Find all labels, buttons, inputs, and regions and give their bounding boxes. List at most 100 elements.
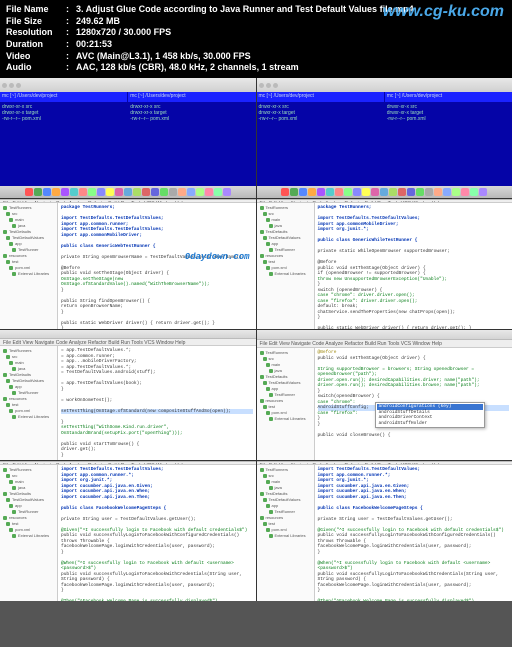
dock-app-icon[interactable] <box>142 188 150 196</box>
dock-app-icon[interactable] <box>353 188 361 196</box>
project-tree[interactable]: TestRunnerssrcmainjavaTestDefaultsTestDe… <box>257 348 315 460</box>
dock-app-icon[interactable] <box>308 188 316 196</box>
project-tree[interactable]: TestRunnerssrcmainjavaTestDefaultsTestDe… <box>0 465 58 601</box>
window-dot[interactable] <box>16 83 21 88</box>
dock-app-icon[interactable] <box>389 188 397 196</box>
dock-app-icon[interactable] <box>326 188 334 196</box>
tree-item[interactable]: External Libraries <box>258 416 313 422</box>
file-size-value: 249.62 MB <box>76 16 120 28</box>
code-editor[interactable]: = app.TestDefaultValues.*; = app.common.… <box>58 346 256 460</box>
folder-icon <box>6 260 10 264</box>
tree-item[interactable]: External Libraries <box>1 414 56 420</box>
dock-app-icon[interactable] <box>115 188 123 196</box>
dock-app-icon[interactable] <box>52 188 60 196</box>
folder-icon <box>260 206 264 210</box>
terminal-right-panel[interactable]: mc [~] /Users/dev/project drwxr-xr-x src… <box>385 92 512 186</box>
dock-app-icon[interactable] <box>299 188 307 196</box>
window-dot[interactable] <box>259 83 264 88</box>
code-line: String supportedBrowser = browsers; Stri… <box>318 367 510 378</box>
folder-icon <box>263 498 267 502</box>
tree-item[interactable]: External Libraries <box>258 533 313 539</box>
dock-app-icon[interactable] <box>380 188 388 196</box>
ide-menubar[interactable]: File Edit View Navigate Code Analyze Ref… <box>0 339 256 346</box>
dock-app-icon[interactable] <box>362 188 370 196</box>
dock-app-icon[interactable] <box>97 188 105 196</box>
window-dot[interactable] <box>2 83 7 88</box>
folder-icon <box>269 224 273 228</box>
autocomplete-item[interactable]: androidStuffHolder <box>377 421 483 427</box>
tree-item[interactable]: External Libraries <box>1 533 56 539</box>
project-tree[interactable]: TestRunnerssrcmainjavaTestDefaultsTestDe… <box>0 346 58 460</box>
tree-item[interactable]: External Libraries <box>258 271 313 277</box>
dock-app-icon[interactable] <box>434 188 442 196</box>
folder-icon <box>266 528 270 532</box>
dock-app-icon[interactable] <box>344 188 352 196</box>
terminal-left-panel[interactable]: mc [~] /Users/dev/project drwxr-xr-x src… <box>0 92 127 186</box>
terminal-right-panel[interactable]: mc [~] /Users/dev/project drwxr-xr-x src… <box>128 92 255 186</box>
project-tree[interactable]: TestRunnerssrcmainjavaTestDefaultsTestDe… <box>257 203 315 329</box>
dock-app-icon[interactable] <box>25 188 33 196</box>
dock-app-icon[interactable] <box>452 188 460 196</box>
code-editor[interactable]: package TestRunners; import TestDefaults… <box>315 203 512 329</box>
dock-app-icon[interactable] <box>425 188 433 196</box>
dock-app-icon[interactable] <box>169 188 177 196</box>
code-line: setTestThing(OnStage.ofStandard(new comp… <box>61 409 253 415</box>
folder-icon <box>6 236 10 240</box>
dock-app-icon[interactable] <box>416 188 424 196</box>
dock-app-icon[interactable] <box>205 188 213 196</box>
code-editor[interactable]: import TestDefaults.TestDefaultValues;im… <box>58 465 256 601</box>
code-line: } <box>61 326 253 329</box>
dock-app-icon[interactable] <box>133 188 141 196</box>
folder-icon <box>3 397 7 401</box>
folder-icon <box>269 248 273 252</box>
file-name-label: File Name <box>6 4 66 16</box>
dock-app-icon[interactable] <box>124 188 132 196</box>
dock-app-icon[interactable] <box>223 188 231 196</box>
dock-app-icon[interactable] <box>79 188 87 196</box>
code-editor[interactable]: androidConfigurations (key)androidStuffD… <box>315 348 512 460</box>
code-editor[interactable]: import TestDefaults.TestDefaultValues;im… <box>315 465 512 601</box>
dock-app-icon[interactable] <box>214 188 222 196</box>
code-editor[interactable]: 0daydown.com package TestRunners; import… <box>58 203 256 329</box>
dock-app-icon[interactable] <box>106 188 114 196</box>
project-tree[interactable]: TestRunnerssrcmainjavaTestDefaultsTestDe… <box>257 465 315 601</box>
dock-app-icon[interactable] <box>187 188 195 196</box>
dock-app-icon[interactable] <box>479 188 487 196</box>
terminal-path: mc [~] /Users/dev/project <box>128 92 255 102</box>
window-dot[interactable] <box>9 83 14 88</box>
dock-app-icon[interactable] <box>461 188 469 196</box>
ide-menubar[interactable]: File Edit View Navigate Code Analyze Ref… <box>257 340 512 348</box>
dock-app-icon[interactable] <box>371 188 379 196</box>
folder-icon <box>6 403 10 407</box>
dock-app-icon[interactable] <box>407 188 415 196</box>
dock-app-icon[interactable] <box>196 188 204 196</box>
dock-app-icon[interactable] <box>335 188 343 196</box>
ide-titlebar <box>257 330 512 340</box>
dock-app-icon[interactable] <box>281 188 289 196</box>
window-dot[interactable] <box>273 83 278 88</box>
project-tree[interactable]: TestRunnerssrcmainjavaTestDefaultsTestDe… <box>0 203 58 329</box>
terminal-listing: drwxr-xr-x srcdrwxr-xr-x target-rw-r--r-… <box>130 104 169 122</box>
dock-app-icon[interactable] <box>88 188 96 196</box>
folder-icon <box>269 486 273 490</box>
dock-app-icon[interactable] <box>61 188 69 196</box>
dock-app-icon[interactable] <box>34 188 42 196</box>
dock-app-icon[interactable] <box>151 188 159 196</box>
folder-icon <box>3 373 7 377</box>
dock-app-icon[interactable] <box>443 188 451 196</box>
terminal-listing: drwxr-xr-x srcdrwxr-xr-x target-rw-r--r-… <box>2 104 41 122</box>
dock-app-icon[interactable] <box>160 188 168 196</box>
dock-app-icon[interactable] <box>43 188 51 196</box>
dock-app-icon[interactable] <box>70 188 78 196</box>
dock-app-icon[interactable] <box>178 188 186 196</box>
terminal-left-panel[interactable]: mc [~] /Users/dev/project drwxr-xr-x src… <box>257 92 384 186</box>
autocomplete-popup[interactable]: androidConfigurations (key)androidStuffD… <box>375 402 485 428</box>
window-dot[interactable] <box>266 83 271 88</box>
dock-app-icon[interactable] <box>290 188 298 196</box>
folder-icon <box>6 355 10 359</box>
dock-app-icon[interactable] <box>398 188 406 196</box>
watermark-secondary: 0daydown.com <box>185 255 250 261</box>
dock-app-icon[interactable] <box>317 188 325 196</box>
tree-item[interactable]: External Libraries <box>1 271 56 277</box>
dock-app-icon[interactable] <box>470 188 478 196</box>
